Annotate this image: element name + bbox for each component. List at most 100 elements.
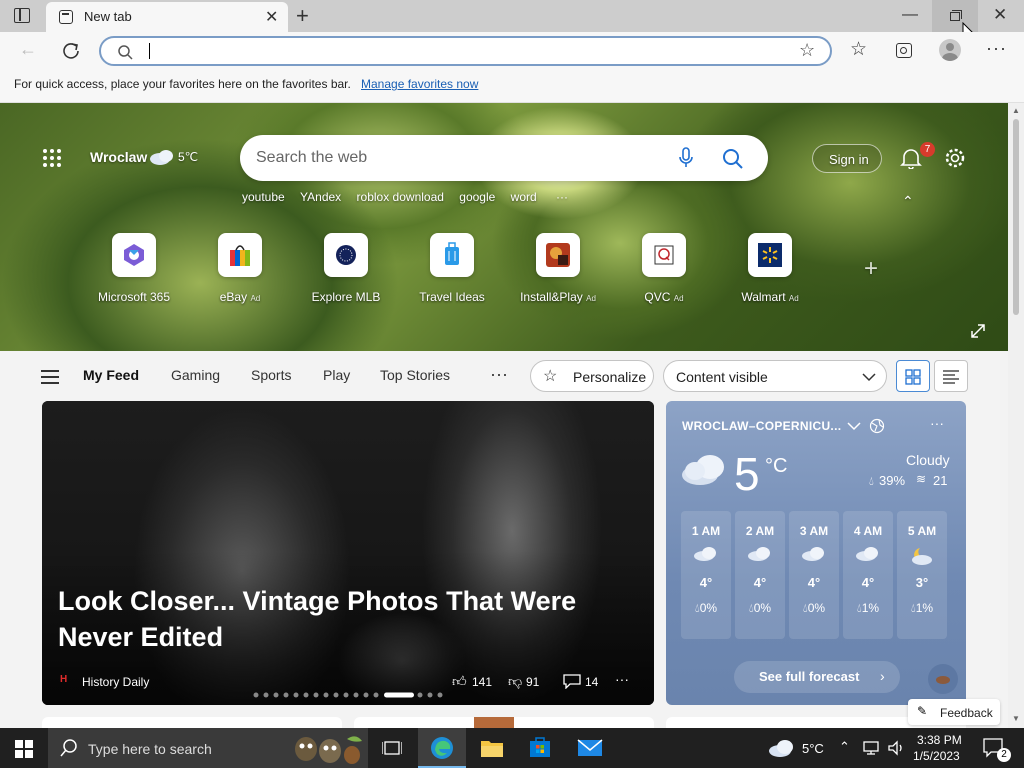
back-icon[interactable]: ← [19, 39, 37, 60]
more-suggestions-icon[interactable]: ··· [556, 190, 568, 204]
content-visibility-dropdown[interactable]: Content visible [663, 360, 887, 392]
edge-taskbar-button[interactable] [418, 728, 466, 768]
scroll-down-icon[interactable]: ▼ [1012, 714, 1020, 723]
grid-view-button[interactable] [896, 360, 930, 392]
minimize-icon[interactable]: — [902, 6, 918, 24]
collapse-chevron-icon[interactable]: ⌃ [902, 193, 914, 210]
web-search-box[interactable]: Search the web [240, 135, 768, 181]
manage-favorites-link[interactable]: Manage favorites now [361, 77, 478, 91]
tab-my-feed[interactable]: My Feed [83, 367, 139, 383]
windows-start-icon[interactable] [15, 740, 33, 758]
clock-date[interactable]: 1/5/2023 [913, 749, 960, 763]
clock-time[interactable]: 3:38 PM [917, 733, 962, 747]
story-headline[interactable]: Look Closer... Vintage Photos That Were … [58, 583, 598, 655]
tab-new-tab[interactable]: New tab ✕ [46, 2, 288, 32]
cloudy-icon [682, 455, 724, 485]
file-explorer-icon[interactable] [480, 738, 504, 758]
dislike-icon[interactable]: 👎︎ [508, 673, 522, 690]
feedback-button[interactable]: ✎ Feedback [908, 699, 1000, 725]
add-favorite-icon[interactable]: ☆ [799, 40, 815, 61]
quick-link-install-play[interactable]: Install&Play Ad [513, 233, 603, 304]
cloud-icon [748, 547, 770, 561]
sign-in-button[interactable]: Sign in [812, 144, 882, 173]
store-icon[interactable] [529, 736, 551, 758]
quick-link-mlb[interactable]: Explore MLB [301, 233, 391, 304]
hourly-forecast-item[interactable]: 5 AM 3° 💧︎1% [897, 511, 947, 639]
hourly-forecast-item[interactable]: 4 AM 4° 💧︎1% [843, 511, 893, 639]
hour-precip: 💧︎0% [802, 601, 826, 615]
story-more-icon[interactable]: ··· [615, 671, 629, 687]
suggestion-item[interactable]: word [511, 190, 537, 204]
search-web-input[interactable]: Search the web [256, 149, 367, 167]
weather-location[interactable]: WROCLAW–COPERNICU... [682, 419, 841, 433]
hourly-forecast-item[interactable]: 2 AM 4° 💧︎0% [735, 511, 785, 639]
network-icon[interactable] [862, 740, 880, 756]
close-tab-icon[interactable]: ✕ [265, 7, 278, 27]
collections-icon[interactable] [896, 43, 912, 58]
tab-play[interactable]: Play [323, 367, 350, 383]
hero-location[interactable]: Wroclaw [90, 149, 147, 165]
new-tab-plus-icon[interactable]: + [296, 3, 309, 29]
weather-avatar-icon[interactable] [928, 664, 958, 694]
search-submit-icon[interactable] [722, 148, 744, 170]
address-bar[interactable]: ☆ [99, 36, 832, 66]
quick-link-walmart[interactable]: Walmart Ad [725, 233, 815, 304]
favorites-icon[interactable]: ☆ [850, 38, 867, 61]
tab-sports[interactable]: Sports [251, 367, 291, 383]
suggestion-item[interactable]: YAndex [300, 190, 341, 204]
taskbar-cloud-icon[interactable] [768, 738, 796, 758]
comment-icon[interactable] [563, 674, 581, 689]
settings-gear-icon[interactable] [944, 147, 966, 169]
app-launcher-icon[interactable] [42, 148, 62, 168]
weather-temp: 5 [734, 448, 760, 500]
mail-icon[interactable] [577, 738, 603, 758]
close-window-icon[interactable]: ✕ [993, 5, 1007, 25]
tab-top-stories[interactable]: Top Stories [380, 367, 450, 383]
profile-avatar[interactable] [939, 39, 961, 61]
task-view-icon[interactable] [382, 739, 402, 757]
quick-link-travel[interactable]: Travel Ideas [407, 233, 497, 304]
hourly-forecast-item[interactable]: 3 AM 4° 💧︎0% [789, 511, 839, 639]
taskbar-search-box[interactable]: Type here to search [48, 728, 368, 768]
suggestion-item[interactable]: roblox download [357, 190, 444, 204]
add-shortcut-icon[interactable]: + [864, 255, 878, 283]
carousel-indicator[interactable] [252, 691, 452, 699]
notifications-bell-icon[interactable] [900, 147, 922, 169]
hamburger-menu-icon[interactable] [41, 370, 59, 384]
weather-more-icon[interactable]: ··· [930, 415, 944, 431]
ad-label: Ad [250, 294, 261, 303]
main-story-card[interactable]: Look Closer... Vintage Photos That Were … [42, 401, 654, 705]
microphone-icon[interactable] [678, 147, 694, 169]
more-menu-icon[interactable]: ··· [986, 38, 1007, 59]
quick-link-ebay[interactable]: eBay Ad [195, 233, 285, 304]
hour-time: 1 AM [691, 524, 721, 538]
expand-background-icon[interactable] [970, 323, 986, 339]
list-view-button[interactable] [934, 360, 968, 392]
scroll-up-icon[interactable]: ▲ [1012, 106, 1020, 115]
quick-link-qvc[interactable]: QVC Ad [619, 233, 709, 304]
quick-link-microsoft-365[interactable]: Microsoft 365 [89, 233, 179, 304]
scrollbar-thumb[interactable] [1013, 119, 1019, 315]
qvc-logo-icon [654, 245, 674, 265]
tab-title: New tab [84, 9, 132, 24]
like-count: 141 [472, 675, 493, 689]
tab-actions-icon[interactable] [14, 8, 30, 23]
personalize-button[interactable]: ☆ Personalize [530, 360, 654, 392]
more-tabs-icon[interactable]: ··· [490, 364, 508, 385]
suggestion-item[interactable]: google [459, 190, 495, 204]
volume-icon[interactable] [887, 740, 905, 756]
story-source[interactable]: History Daily [82, 675, 149, 689]
refresh-icon[interactable] [62, 42, 80, 60]
weather-card[interactable]: WROCLAW–COPERNICU... ··· 5 °C Cloudy 💧︎ … [666, 401, 966, 705]
see-full-forecast-button[interactable]: See full forecast › [734, 661, 900, 693]
location-chevron-icon[interactable] [847, 421, 861, 431]
like-icon[interactable]: 👍︎ [452, 673, 467, 690]
suggestion-item[interactable]: youtube [242, 190, 285, 204]
taskbar-weather[interactable]: 5°C [802, 741, 824, 756]
tab-gaming[interactable]: Gaming [171, 367, 220, 383]
tray-chevron-up-icon[interactable]: ⌃ [839, 739, 850, 755]
wind-icon: ≋ [916, 472, 927, 486]
page-scrollbar[interactable]: ▲ ▼ [1008, 103, 1024, 728]
globe-icon[interactable] [869, 418, 885, 434]
hourly-forecast-item[interactable]: 1 AM 4° 💧︎0% [681, 511, 731, 639]
